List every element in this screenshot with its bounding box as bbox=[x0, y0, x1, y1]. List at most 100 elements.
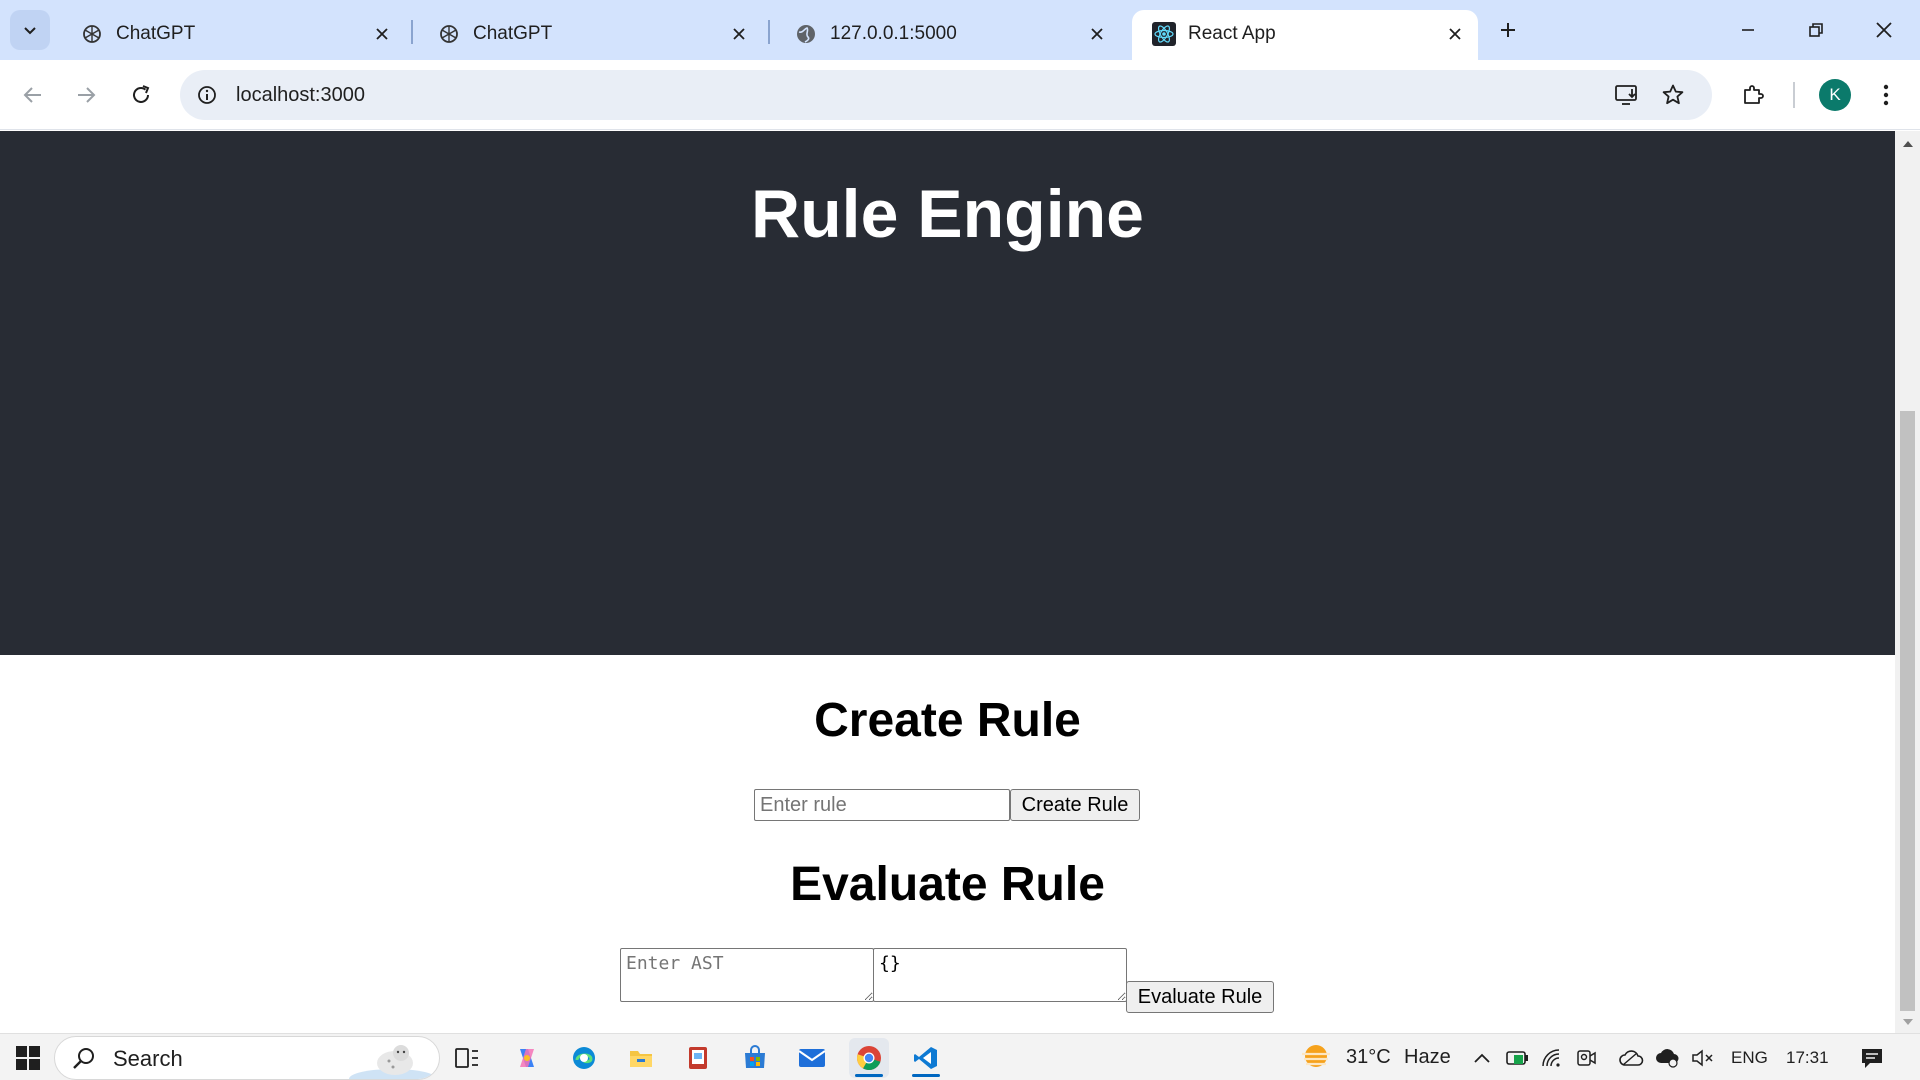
scroll-down-arrow-icon[interactable] bbox=[1901, 1015, 1914, 1028]
weather-temperature[interactable]: 31°C bbox=[1346, 1045, 1391, 1069]
info-icon[interactable] bbox=[194, 82, 220, 108]
running-indicator bbox=[855, 1074, 883, 1077]
chrome-button[interactable] bbox=[849, 1038, 889, 1078]
new-tab-button[interactable] bbox=[1492, 14, 1524, 46]
create-rule-button[interactable]: Create Rule bbox=[1010, 789, 1140, 821]
tab-search-button[interactable] bbox=[10, 10, 50, 50]
meet-now-tray-button[interactable] bbox=[1571, 1038, 1601, 1078]
file-explorer-button[interactable] bbox=[621, 1038, 661, 1078]
evaluate-rule-heading: Evaluate Rule bbox=[790, 858, 1105, 911]
volume-tray-button[interactable] bbox=[1688, 1038, 1718, 1078]
plus-icon bbox=[1499, 21, 1517, 39]
onedrive-tray-button[interactable] bbox=[1616, 1038, 1646, 1078]
install-app-icon[interactable] bbox=[1611, 79, 1643, 111]
show-hidden-icons-button[interactable] bbox=[1467, 1038, 1497, 1078]
store-icon bbox=[742, 1045, 768, 1071]
tab-title: React App bbox=[1188, 23, 1276, 44]
toolbar-divider bbox=[1793, 82, 1795, 108]
minimize-icon bbox=[1740, 22, 1756, 38]
camera-icon bbox=[1575, 1048, 1597, 1068]
reload-icon bbox=[130, 84, 152, 106]
tab-separator bbox=[768, 20, 770, 44]
address-bar[interactable]: localhost:3000 bbox=[180, 70, 1712, 120]
running-indicator bbox=[912, 1074, 940, 1077]
tab-separator bbox=[411, 20, 413, 44]
wifi-tray-button[interactable] bbox=[1537, 1038, 1567, 1078]
search-highlight-snow-leopard-icon bbox=[343, 1037, 433, 1079]
haze-sun-icon bbox=[1298, 1042, 1334, 1074]
ast-textarea[interactable] bbox=[620, 948, 874, 1002]
weather-widget-button[interactable] bbox=[1296, 1038, 1336, 1078]
page-scrollbar[interactable] bbox=[1895, 131, 1920, 1033]
edge-button[interactable] bbox=[564, 1038, 604, 1078]
chevron-up-icon bbox=[1474, 1053, 1490, 1063]
browser-tab-chatgpt-2[interactable]: ChatGPT bbox=[417, 10, 767, 60]
start-button[interactable] bbox=[8, 1038, 48, 1078]
mail-icon bbox=[798, 1047, 826, 1069]
close-icon[interactable] bbox=[369, 21, 395, 47]
chevron-down-icon bbox=[22, 22, 38, 38]
clock-time[interactable]: 17:31 bbox=[1786, 1046, 1829, 1070]
arrow-right-icon bbox=[75, 84, 97, 106]
microsoft-store-button[interactable] bbox=[735, 1038, 775, 1078]
notepad-app-button[interactable] bbox=[678, 1038, 718, 1078]
notification-icon bbox=[1860, 1046, 1884, 1070]
arrow-left-icon bbox=[22, 84, 44, 106]
close-icon[interactable] bbox=[1084, 21, 1110, 47]
tab-title: 127.0.0.1:5000 bbox=[830, 23, 957, 44]
minimize-button[interactable] bbox=[1720, 10, 1776, 50]
scrollbar-thumb[interactable] bbox=[1900, 411, 1915, 1011]
extensions-button[interactable] bbox=[1733, 75, 1773, 115]
close-icon[interactable] bbox=[1442, 21, 1468, 47]
restore-icon bbox=[1808, 22, 1824, 38]
mail-button[interactable] bbox=[792, 1038, 832, 1078]
close-icon bbox=[1875, 21, 1893, 39]
windows-logo-icon bbox=[15, 1045, 41, 1071]
search-label: Search bbox=[113, 1046, 183, 1071]
back-button[interactable] bbox=[13, 75, 53, 115]
taskbar-search-box[interactable]: Search bbox=[54, 1036, 440, 1080]
address-url[interactable]: localhost:3000 bbox=[236, 81, 365, 109]
browser-tab-chatgpt-1[interactable]: ChatGPT bbox=[60, 10, 410, 60]
weather-condition[interactable]: Haze bbox=[1404, 1045, 1451, 1069]
volume-muted-icon bbox=[1691, 1048, 1715, 1068]
data-json-textarea[interactable]: {} bbox=[873, 948, 1127, 1002]
globe-icon bbox=[794, 22, 818, 46]
forward-button[interactable] bbox=[66, 75, 106, 115]
onedrive-sync-tray-button[interactable] bbox=[1652, 1038, 1682, 1078]
react-icon bbox=[1152, 22, 1176, 46]
vscode-icon bbox=[913, 1045, 939, 1071]
openai-icon bbox=[80, 22, 104, 46]
close-icon[interactable] bbox=[726, 21, 752, 47]
cloud-sync-icon bbox=[1654, 1048, 1680, 1068]
page-viewport: Rule Engine Create Rule Create Rule Eval… bbox=[0, 131, 1895, 1033]
profile-avatar[interactable]: K bbox=[1819, 79, 1851, 111]
scroll-up-arrow-icon[interactable] bbox=[1901, 137, 1914, 150]
chrome-icon bbox=[855, 1044, 883, 1072]
bookmark-star-icon[interactable] bbox=[1657, 79, 1689, 111]
task-view-icon bbox=[454, 1046, 480, 1070]
document-app-icon bbox=[686, 1045, 710, 1071]
rule-input[interactable] bbox=[754, 789, 1010, 821]
tab-strip: ChatGPT ChatGPT 127.0.0.1:5000 React App bbox=[0, 0, 1920, 60]
reload-button[interactable] bbox=[121, 75, 161, 115]
openai-icon bbox=[437, 22, 461, 46]
evaluate-rule-button[interactable]: Evaluate Rule bbox=[1126, 981, 1274, 1013]
browser-tab-react-app[interactable]: React App bbox=[1132, 10, 1478, 60]
cloud-icon bbox=[1618, 1049, 1644, 1067]
restore-button[interactable] bbox=[1788, 10, 1844, 50]
browser-menu-button[interactable] bbox=[1866, 75, 1906, 115]
wifi-icon bbox=[1541, 1048, 1563, 1068]
close-window-button[interactable] bbox=[1856, 10, 1912, 50]
battery-tray-icon-button[interactable] bbox=[1503, 1038, 1533, 1078]
browser-tab-localhost-5000[interactable]: 127.0.0.1:5000 bbox=[774, 10, 1124, 60]
puzzle-icon bbox=[1741, 83, 1765, 107]
vscode-button[interactable] bbox=[906, 1038, 946, 1078]
notification-center-button[interactable] bbox=[1852, 1038, 1892, 1078]
copilot-button[interactable] bbox=[507, 1038, 547, 1078]
language-indicator[interactable]: ENG bbox=[1731, 1046, 1768, 1070]
task-view-button[interactable] bbox=[447, 1038, 487, 1078]
search-icon bbox=[71, 1046, 97, 1072]
tab-title: ChatGPT bbox=[473, 23, 553, 44]
page-title: Rule Engine bbox=[751, 176, 1144, 252]
